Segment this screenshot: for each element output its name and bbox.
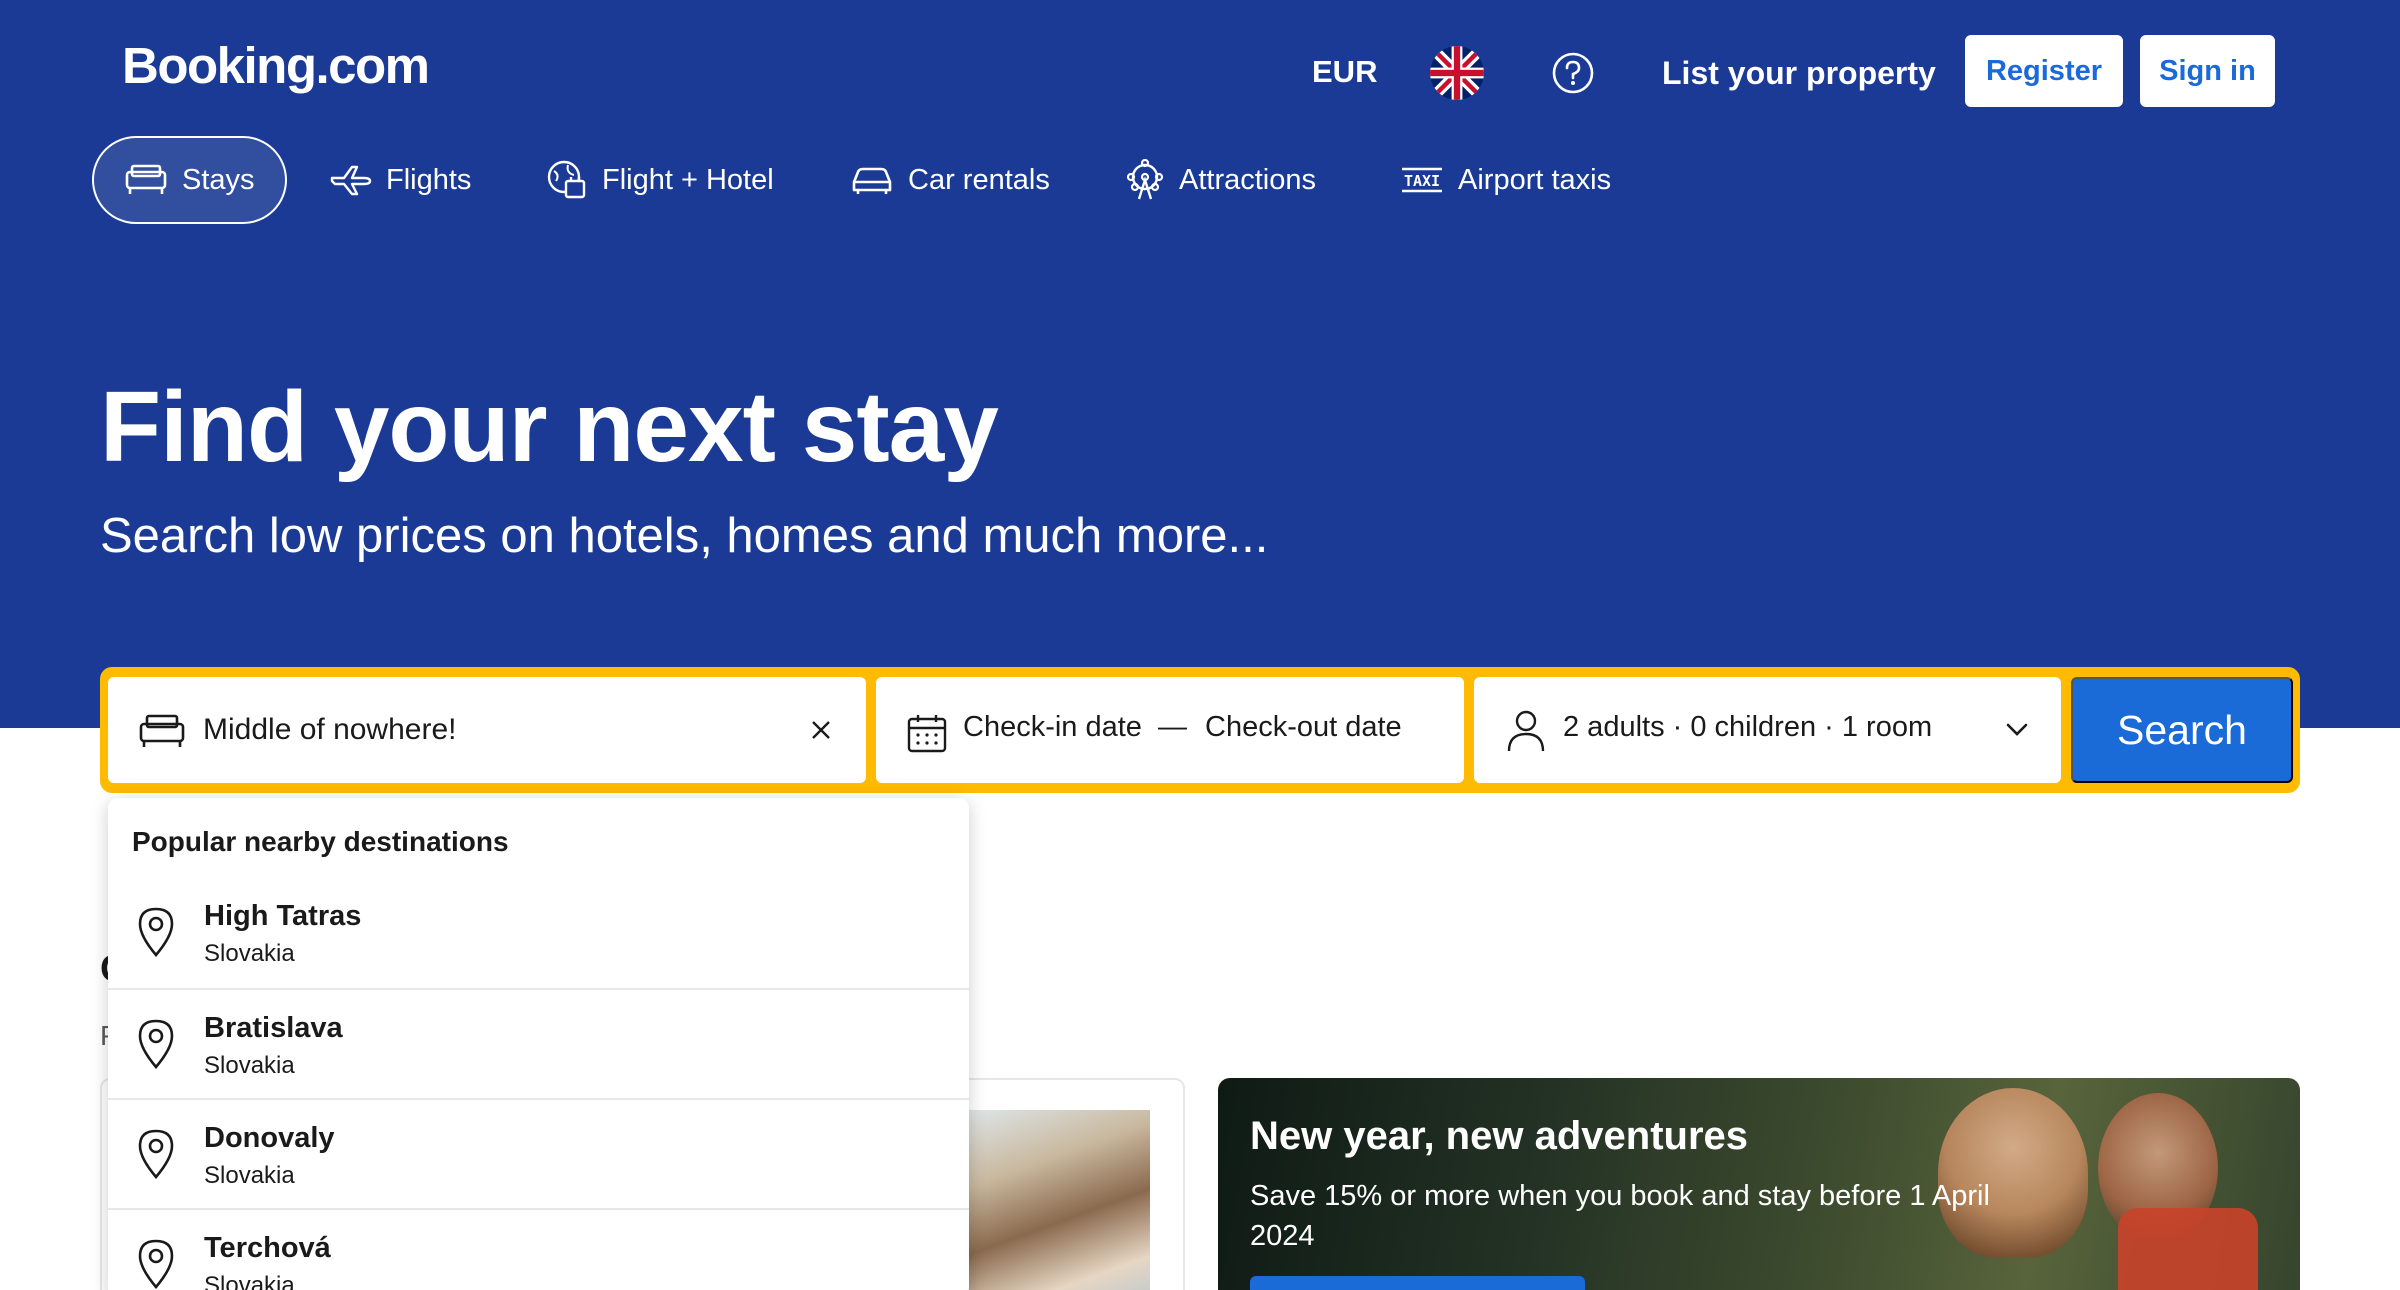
search-button[interactable]: Search — [2071, 677, 2293, 783]
help-button[interactable] — [1548, 48, 1598, 98]
destination-suggestions: Popular nearby destinations High Tatras … — [108, 798, 969, 1290]
sign-in-button[interactable]: Sign in — [2140, 35, 2275, 107]
suggestion-country: Slovakia — [204, 1162, 295, 1189]
bed-icon — [139, 714, 185, 747]
booking-logo[interactable]: Booking.com — [122, 36, 430, 95]
question-circle-icon — [1552, 52, 1594, 94]
suggestion-item[interactable]: Bratislava Slovakia — [108, 988, 969, 1098]
tab-flights[interactable]: Flights — [300, 136, 501, 224]
close-icon[interactable] — [803, 712, 839, 748]
map-pin-icon — [138, 1019, 174, 1070]
list-property-link[interactable]: List your property — [1650, 48, 1948, 98]
tab-stays-label: Stays — [182, 163, 255, 196]
tab-flight-hotel[interactable]: Flight + Hotel — [516, 136, 804, 224]
map-pin-icon — [138, 1129, 174, 1180]
taxi-icon: TAXI — [1402, 167, 1442, 193]
tab-attractions[interactable]: Attractions — [1095, 136, 1346, 224]
uk-flag-icon — [1430, 46, 1484, 100]
promo-text: Save 15% or more when you book and stay … — [1250, 1180, 1990, 1252]
suggestion-name: Bratislava — [204, 1012, 343, 1044]
suggestion-country: Slovakia — [204, 940, 295, 967]
suggestion-country: Slovakia — [204, 1272, 295, 1290]
suggestion-item[interactable]: High Tatras Slovakia — [108, 878, 969, 988]
suggestions-title: Popular nearby destinations — [132, 826, 509, 857]
promo-photo-kayak — [2118, 1208, 2258, 1290]
suggestion-name: High Tatras — [204, 900, 362, 932]
map-pin-icon — [138, 907, 174, 958]
tab-airport-taxis[interactable]: TAXI Airport taxis — [1370, 136, 1641, 224]
ferris-wheel-icon — [1126, 159, 1164, 200]
suggestion-item[interactable]: Terchová Slovakia — [108, 1208, 969, 1290]
check-in-date[interactable]: Check-in date — [963, 711, 1142, 744]
plane-icon — [330, 165, 372, 196]
destination-field[interactable] — [108, 677, 866, 783]
check-out-date[interactable]: Check-out date — [1205, 711, 1402, 744]
promo-title: New year, new adventures — [1250, 1114, 1749, 1158]
guests-summary: 2 adults · 0 children · 1 room — [1563, 711, 1933, 743]
date-separator: — — [1158, 711, 1187, 743]
page-title: Find your next stay — [100, 371, 999, 483]
chevron-down-icon — [2006, 723, 2028, 736]
tab-flights-label: Flights — [386, 163, 472, 196]
flight-hotel-icon — [547, 160, 586, 199]
search-bar: Check-in date — Check-out date 2 adults … — [100, 667, 2300, 793]
suggestion-item[interactable]: Donovaly Slovakia — [108, 1098, 969, 1208]
bed-icon — [125, 164, 167, 194]
person-icon — [1507, 710, 1545, 752]
currency-selector[interactable]: EUR — [1300, 48, 1389, 96]
map-pin-icon — [138, 1239, 174, 1290]
register-button[interactable]: Register — [1965, 35, 2123, 107]
guests-selector[interactable]: 2 adults · 0 children · 1 room — [1474, 677, 2061, 783]
svg-text:TAXI: TAXI — [1404, 172, 1440, 190]
car-icon — [852, 167, 892, 194]
page-subtitle: Search low prices on hotels, homes and m… — [100, 509, 1269, 563]
suggestion-name: Terchová — [204, 1232, 331, 1264]
destination-input[interactable] — [203, 705, 803, 755]
tab-airport-taxis-label: Airport taxis — [1458, 163, 1612, 196]
hero-banner — [0, 0, 2400, 728]
language-selector[interactable] — [1430, 46, 1484, 100]
tab-attractions-label: Attractions — [1179, 163, 1316, 196]
calendar-icon — [907, 715, 947, 753]
tab-car-rentals[interactable]: Car rentals — [820, 136, 1080, 224]
tab-car-rentals-label: Car rentals — [908, 163, 1050, 196]
date-range-field[interactable]: Check-in date — Check-out date — [876, 677, 1464, 783]
promo-button[interactable] — [1250, 1276, 1585, 1290]
suggestion-name: Donovaly — [204, 1122, 335, 1154]
promo-card[interactable]: New year, new adventures Save 15% or mor… — [1218, 1078, 2300, 1290]
suggestion-country: Slovakia — [204, 1052, 295, 1079]
tab-stays[interactable]: Stays — [92, 136, 287, 224]
offer-card-image — [960, 1110, 1150, 1290]
tab-flight-hotel-label: Flight + Hotel — [602, 163, 774, 196]
